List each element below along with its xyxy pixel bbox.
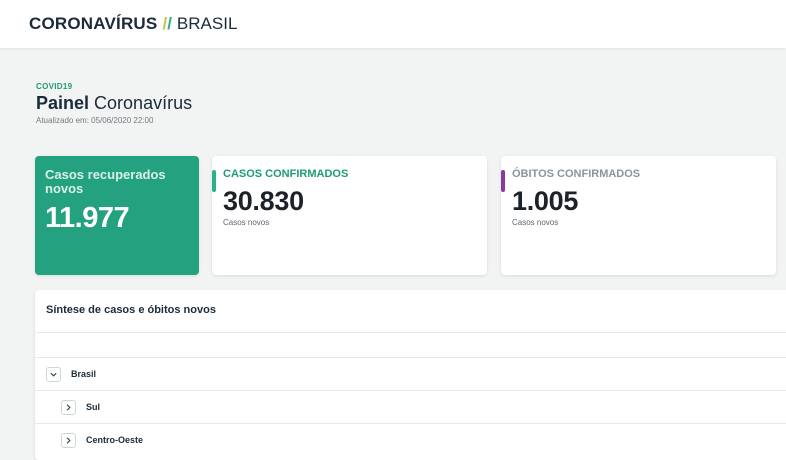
card-deaths-value: 1.005 xyxy=(512,186,579,216)
card-confirmed: CASOS CONFIRMADOS 30.830 Casos novos xyxy=(212,156,487,275)
updated-label: Atualizado em: xyxy=(36,116,89,125)
card-confirmed-accent xyxy=(212,170,216,192)
card-confirmed-sub: Casos novos xyxy=(223,218,270,227)
divider xyxy=(35,332,786,333)
synthesis-row-label: Brasil xyxy=(71,369,97,379)
card-deaths-label: ÓBITOS CONFIRMADOS xyxy=(512,168,641,180)
updated-timestamp: Atualizado em: 05/06/2020 22:00 xyxy=(36,116,192,125)
page-title-rest: Coronavírus xyxy=(94,93,193,113)
chevron-right-icon[interactable] xyxy=(61,432,76,448)
brand-main: CORONAVÍRUS xyxy=(29,14,158,33)
synthesis-row-centro-oeste[interactable]: Centro-Oeste xyxy=(35,424,786,456)
page-kicker: COVID19 xyxy=(36,82,73,91)
synthesis-row-label: Sul xyxy=(86,402,101,412)
synthesis-row-label: Centro-Oeste xyxy=(86,435,144,445)
synthesis-title: Síntese de casos e óbitos novos xyxy=(46,304,216,316)
card-confirmed-label: CASOS CONFIRMADOS xyxy=(223,168,349,180)
card-deaths: ÓBITOS CONFIRMADOS 1.005 Casos novos xyxy=(501,156,776,275)
page-title: Painel Coronavírus xyxy=(36,93,192,114)
synthesis-row-brasil[interactable]: Brasil xyxy=(35,358,786,390)
chevron-right-icon[interactable] xyxy=(61,399,76,415)
top-bar: CORONAVÍRUS // BRASIL xyxy=(0,0,786,48)
updated-value: 05/06/2020 22:00 xyxy=(91,116,154,125)
card-deaths-accent xyxy=(501,170,505,192)
page-header: COVID19 Painel Coronavírus Atualizado em… xyxy=(36,82,192,125)
card-recovered-value: 11.977 xyxy=(45,202,130,234)
brand-sub: BRASIL xyxy=(176,14,238,33)
card-recovered-label: Casos recuperados novos xyxy=(45,167,166,196)
page-title-bold: Painel xyxy=(36,93,90,113)
synthesis-panel: Síntese de casos e óbitos novos Brasil S… xyxy=(35,290,786,460)
card-confirmed-value: 30.830 xyxy=(223,186,304,216)
brand-slash-icon: // xyxy=(162,14,172,33)
chevron-down-icon[interactable] xyxy=(46,366,61,382)
card-deaths-sub: Casos novos xyxy=(512,218,559,227)
synthesis-row-sul[interactable]: Sul xyxy=(35,391,786,423)
card-recovered: Casos recuperados novos 11.977 xyxy=(35,156,199,275)
